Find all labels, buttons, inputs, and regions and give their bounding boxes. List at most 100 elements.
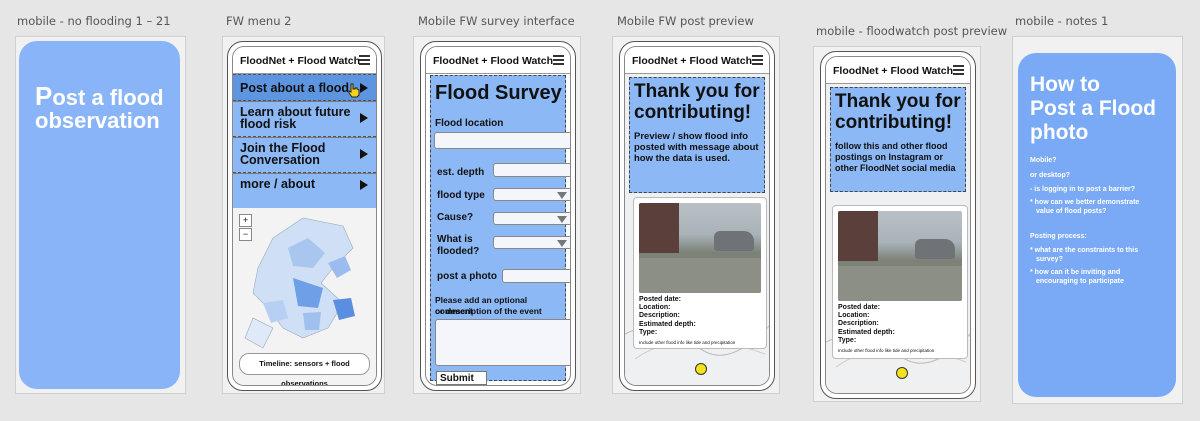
frame-no-flooding: Post a flood observation (15, 36, 186, 394)
hamburger-menu-icon[interactable] (953, 65, 964, 75)
frame-label-floodwatch-preview: mobile - floodwatch post preview (816, 24, 1008, 38)
thank-you-heading: Thank you for contributing! (634, 81, 760, 123)
flood-type-select[interactable] (493, 188, 570, 201)
note-item: - is logging in to post a barrier? (1030, 186, 1136, 193)
hamburger-menu-icon[interactable] (553, 55, 564, 65)
app-bar: FloodNet + Flood Watch (826, 57, 970, 84)
heading-line2: contributing! (634, 102, 752, 123)
chevron-right-icon (360, 83, 368, 93)
survey-form: Flood Survey Flood location est. depth f… (430, 75, 570, 385)
post-card[interactable]: Posted date: Location: Description: Esti… (633, 197, 767, 349)
photo-label: post a photo (437, 271, 497, 282)
menu-item-post-flood[interactable]: Post about a flood (233, 74, 376, 102)
phone-screen: FloodNet + Flood Watch Flood Survey Floo… (425, 46, 571, 386)
notes-title-line1: How to (1030, 73, 1100, 96)
desc-line1: follow this and other flood (835, 141, 948, 151)
desc-line1: Preview / show flood info (634, 131, 749, 142)
location-label: Location: (639, 304, 671, 312)
flood-photo (838, 211, 962, 301)
menu-item-flood-conversation[interactable]: Join the Flood Conversation (233, 136, 376, 174)
flood-type-label: flood type (437, 190, 485, 201)
post-note: Include other flood info like tide and p… (639, 340, 736, 346)
timeline-button[interactable]: Timeline: sensors + flood observations (239, 353, 370, 385)
phone: FloodNet + Flood Watch Flood Survey Floo… (420, 41, 576, 391)
frame-label-post-preview: Mobile FW post preview (617, 14, 754, 28)
posted-date-label: Posted date: (639, 296, 682, 303)
location-input[interactable] (434, 132, 570, 149)
note-item: * how can it be inviting and (1030, 269, 1121, 276)
post-details: Posted date: Location: Description: Esti… (838, 304, 934, 355)
frame-label-survey: Mobile FW survey interface (418, 14, 575, 28)
desc-line3: how the data is used. (634, 153, 731, 164)
app-title: FloodNet + Flood Watch (433, 55, 554, 67)
frame-post-preview: FloodNet + Flood Watch Thank you for cont… (612, 36, 780, 394)
photo-upload-input[interactable] (502, 269, 570, 283)
post-card[interactable]: Posted date: Location: Description: Esti… (832, 205, 968, 359)
notes-title-line2: Post a Flood (1030, 97, 1156, 120)
description-label: Description: (838, 320, 879, 328)
phone-screen: FloodNet + Flood Watch Thank you for cont… (624, 46, 770, 386)
menu-item-label-line2: Conversation (240, 153, 320, 167)
menu-item-more-about[interactable]: more / about (233, 172, 376, 209)
map[interactable]: + − Timeline: sensors + flood observatio… (233, 208, 376, 385)
flood-photo (639, 203, 761, 293)
depth-input[interactable] (493, 163, 570, 177)
cause-label: Cause? (437, 212, 474, 223)
phone-screen-blue: Post a flood observation (19, 41, 180, 389)
post-note: Include other flood info like tide and p… (838, 348, 935, 354)
screen-heading: Post a flood observation (35, 83, 164, 132)
chevron-right-icon (360, 113, 368, 123)
note-item: value of flood posts? (1036, 208, 1107, 215)
frame-survey: FloodNet + Flood Watch Flood Survey Floo… (413, 36, 581, 394)
what-flooded-select[interactable] (493, 236, 570, 249)
menu-panel: Post about a flood Learn about future fl… (233, 74, 376, 208)
menu-item-label: more / about (240, 177, 316, 191)
note-item: Posting process: (1030, 233, 1087, 240)
heading-line1: Thank you for (634, 81, 760, 102)
menu-item-label-line2: flood risk (240, 117, 297, 131)
location-label: Location: (838, 312, 870, 320)
hamburger-menu-icon[interactable] (752, 55, 763, 65)
zoom-in-button[interactable]: + (239, 214, 252, 227)
menu-item-future-risk[interactable]: Learn about future flood risk (233, 100, 376, 138)
heading-first-letter: P (35, 81, 53, 111)
posted-date-label: Posted date: (838, 304, 881, 311)
preview-description: Preview / show flood info posted with mes… (634, 131, 759, 164)
chevron-right-icon (360, 149, 368, 159)
type-label: Type: (639, 328, 658, 336)
comment-textarea[interactable] (435, 319, 570, 366)
frame-fw-menu: FloodNet + Flood Watch Post about a floo… (222, 36, 385, 394)
note-item: * how can we better demonstrate (1030, 199, 1140, 206)
estimated-depth-label: Estimated depth: (639, 320, 696, 328)
phone: FloodNet + Flood Watch Thank you for cont… (820, 51, 976, 399)
phone: FloodNet + Flood Watch Thank you for cont… (619, 41, 775, 391)
zoom-out-button[interactable]: − (239, 228, 252, 241)
cause-select[interactable] (493, 212, 570, 225)
note-item: or desktop? (1030, 172, 1071, 179)
notes-title-line3: photo (1030, 121, 1089, 144)
app-bar: FloodNet + Flood Watch (625, 47, 769, 74)
location-marker-icon[interactable] (896, 367, 908, 379)
phone-screen: FloodNet + Flood Watch Post about a floo… (232, 46, 377, 386)
heading-rest: ost a flood (52, 85, 164, 110)
phone-screen: FloodNet + Flood Watch Thank you for cont… (825, 56, 971, 394)
notes-screen: How to Post a Flood photo Mobile? or des… (1018, 53, 1176, 397)
location-label: Flood location (435, 118, 504, 129)
app-bar: FloodNet + Flood Watch (426, 47, 570, 74)
thank-you-heading: Thank you for contributing! (835, 91, 961, 133)
note-item: encouraging to participate (1036, 278, 1124, 285)
description-label: Description: (639, 312, 680, 320)
submit-button[interactable]: Submit (436, 371, 487, 385)
desc-line2: postings on Instagram or (835, 152, 944, 162)
frame-label-fw-menu: FW menu 2 (226, 14, 292, 28)
hamburger-menu-icon[interactable] (359, 55, 370, 65)
notes-title: How to Post a Flood photo (1030, 73, 1156, 145)
app-title: FloodNet + Flood Watch (632, 55, 753, 67)
pointer-hand-icon (347, 83, 361, 98)
location-marker-icon[interactable] (695, 363, 707, 375)
note-item: * what are the constraints to this (1030, 247, 1139, 254)
heading-line2: contributing! (835, 112, 953, 133)
desc-line3: other FloodNet social media (835, 163, 956, 173)
phone: FloodNet + Flood Watch Post about a floo… (227, 41, 382, 391)
note-item: survey? (1036, 256, 1063, 263)
